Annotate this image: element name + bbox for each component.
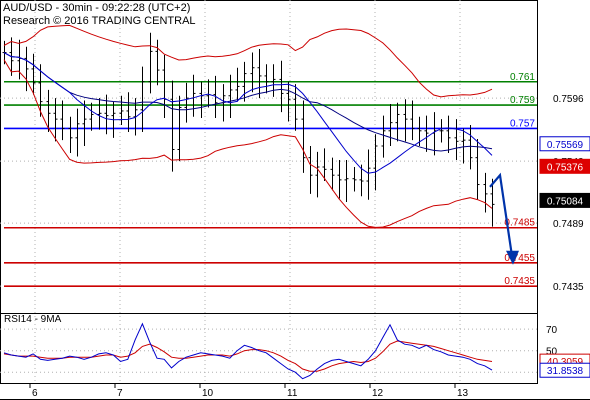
- x-tick-label: 12: [372, 388, 384, 399]
- x-tick-label: 6: [32, 388, 38, 399]
- level-label: 0.759: [510, 95, 535, 106]
- rsi-line: [3, 322, 493, 380]
- chart-title: AUD/USD - 30min - 09:22:28 (UTC+2): [3, 2, 191, 14]
- bollinger-upper-line: [3, 24, 493, 98]
- price-tag-label: 0.75376: [547, 162, 584, 173]
- rsi-ma-line: [3, 340, 493, 372]
- rsi-tick-label: 70: [546, 325, 558, 336]
- level-label: 0.7485: [504, 218, 535, 229]
- x-tick-label: 7: [117, 388, 123, 399]
- price-tag-label: 0.75569: [547, 140, 584, 151]
- level-label: 0.7435: [504, 276, 535, 287]
- chart-credit: Research © 2016 TRADING CENTRAL: [3, 15, 196, 27]
- y-tick-label: 0.7435: [553, 282, 584, 293]
- level-label: 0.761: [510, 72, 535, 83]
- level-label: 0.757: [510, 118, 535, 129]
- x-tick-label: 10: [202, 388, 214, 399]
- y-tick-label: 0.7596: [553, 94, 584, 105]
- x-tick-label: 11: [287, 388, 298, 399]
- x-tick-label: 13: [457, 388, 469, 399]
- rsi-tag-label: 31.8538: [547, 366, 584, 377]
- chart-window: 67101112130.75960.75420.74890.7435705030…: [0, 0, 590, 400]
- price-tag-label: 0.75084: [547, 196, 584, 207]
- rsi-panel-title: RSI14 - 9MA: [4, 314, 62, 325]
- y-tick-label: 0.7489: [553, 219, 584, 230]
- price-chart: 67101112130.75960.75420.74890.7435705030…: [0, 0, 590, 400]
- rsi-panel-frame: [0, 313, 538, 384]
